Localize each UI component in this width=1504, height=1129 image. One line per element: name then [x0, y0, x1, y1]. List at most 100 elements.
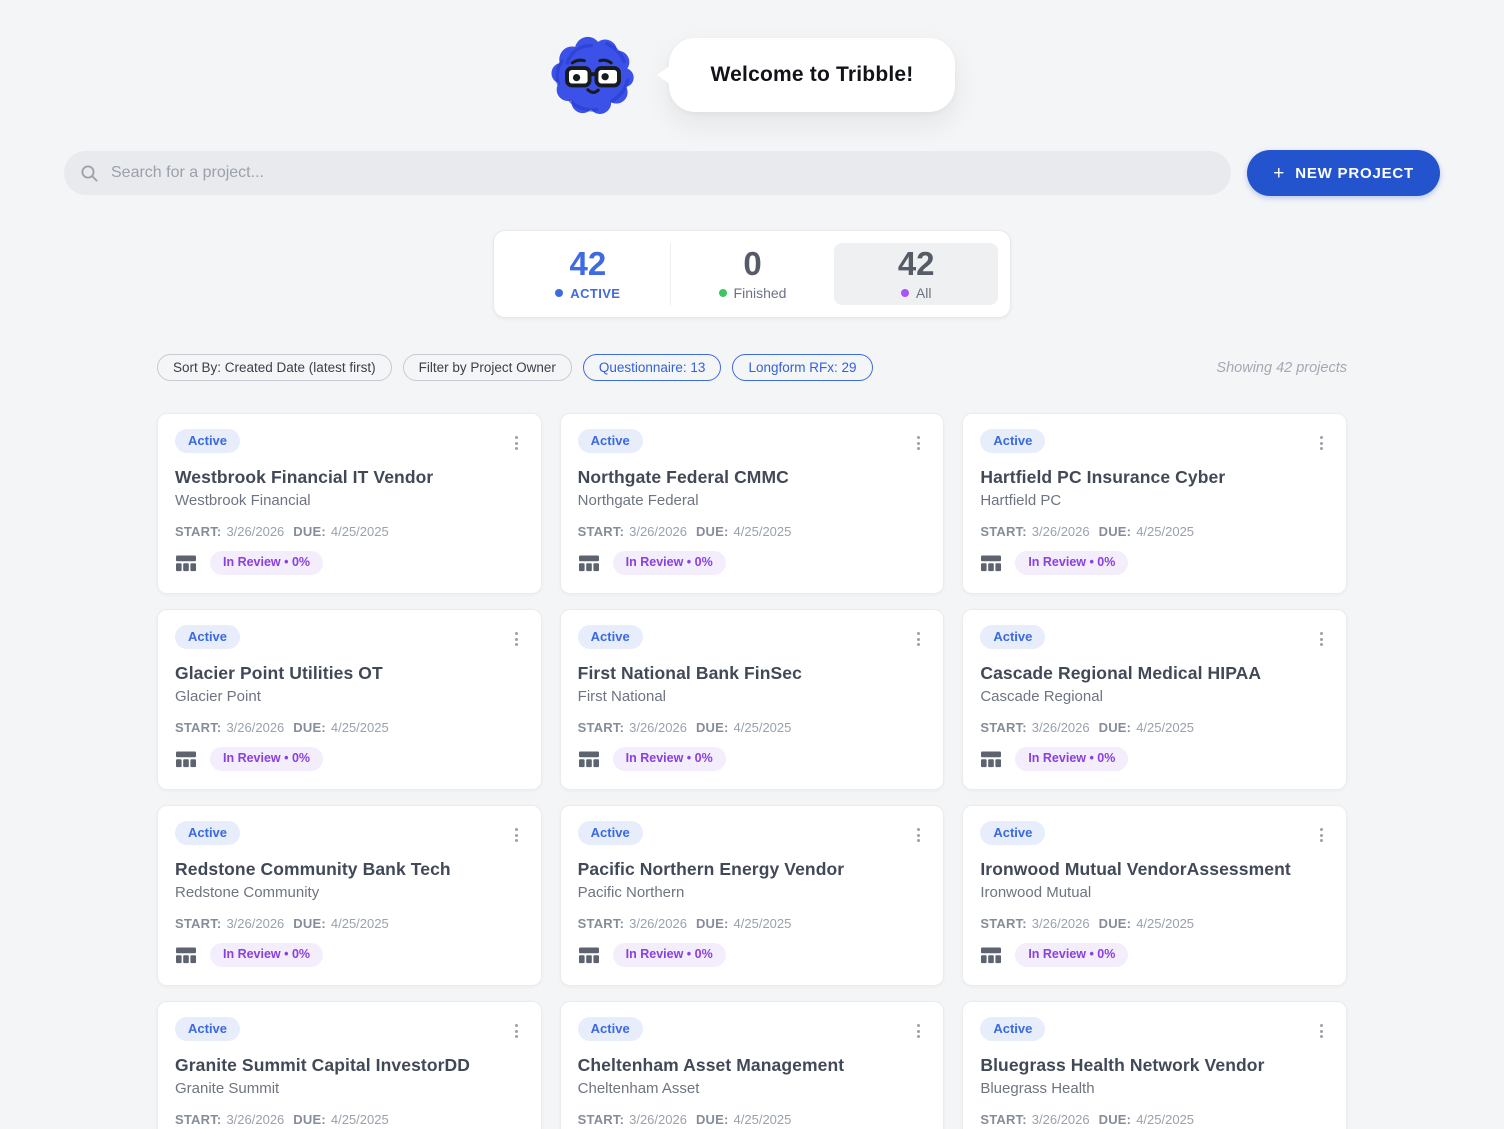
- start-label: START:: [577, 524, 625, 539]
- project-dates: START: 3/26/2026 DUE: 4/25/2025: [175, 720, 524, 735]
- table-icon: [578, 751, 599, 767]
- review-status-pill: In Review • 0%: [1015, 551, 1129, 575]
- project-title: Glacier Point Utilities OT: [175, 663, 383, 683]
- due-date: 4/25/2025: [330, 1112, 389, 1127]
- sort-by-chip[interactable]: Sort By: Created Date (latest first): [157, 354, 392, 381]
- search-row: + NEW PROJECT: [64, 150, 1440, 196]
- project-card[interactable]: Active Hartfield PC Insurance Cyber Hart…: [962, 413, 1347, 594]
- kebab-menu-icon[interactable]: [1314, 1019, 1329, 1043]
- table-icon: [981, 555, 1002, 571]
- project-subtitle: Northgate Federal: [577, 492, 699, 509]
- welcome-bubble: Welcome to Tribble!: [668, 38, 956, 112]
- project-stats: 42 ACTIVE 0 Finished 42 All: [493, 230, 1011, 318]
- due-date: 4/25/2025: [733, 1112, 792, 1127]
- table-icon: [176, 947, 196, 963]
- project-card[interactable]: Active Redstone Community Bank Tech Reds…: [157, 805, 542, 986]
- project-card[interactable]: Active Pacific Northern Energy Vendor Pa…: [559, 805, 945, 986]
- start-label: START:: [175, 524, 222, 539]
- status-badge: Active: [175, 821, 241, 846]
- kebab-menu-icon[interactable]: [509, 823, 524, 847]
- project-card[interactable]: Active Ironwood Mutual VendorAssessment …: [962, 805, 1347, 986]
- start-date: 3/26/2026: [629, 916, 687, 931]
- project-subtitle: Westbrook Financial: [175, 492, 311, 509]
- start-label: START:: [175, 1112, 222, 1127]
- due-date: 4/25/2025: [330, 916, 389, 931]
- longform-rfx-chip[interactable]: Longform RFx: 29: [732, 354, 873, 381]
- due-label: DUE:: [695, 720, 729, 735]
- project-title: First National Bank FinSec: [577, 663, 802, 683]
- status-badge: Active: [577, 1017, 643, 1042]
- review-status-pill: In Review • 0%: [210, 943, 324, 967]
- due-date: 4/25/2025: [1136, 524, 1195, 539]
- kebab-menu-icon[interactable]: [1314, 627, 1329, 651]
- search-bar[interactable]: [64, 151, 1232, 195]
- start-date: 3/26/2026: [629, 524, 687, 539]
- stat-finished[interactable]: 0 Finished: [669, 243, 835, 305]
- status-badge: Active: [175, 429, 241, 454]
- stats-wrap: 42 ACTIVE 0 Finished 42 All: [0, 230, 1504, 318]
- stat-all[interactable]: 42 All: [834, 243, 999, 305]
- project-card[interactable]: Active Westbrook Financial IT Vendor Wes…: [157, 413, 542, 594]
- search-icon: [81, 165, 98, 181]
- stat-active[interactable]: 42 ACTIVE: [506, 243, 670, 305]
- project-card[interactable]: Active Glacier Point Utilities OT Glacie…: [157, 609, 542, 790]
- kebab-menu-icon[interactable]: [509, 627, 524, 651]
- table-icon: [176, 751, 196, 767]
- start-label: START:: [980, 524, 1027, 539]
- kebab-menu-icon[interactable]: [911, 823, 926, 847]
- kebab-menu-icon[interactable]: [1314, 431, 1329, 455]
- stat-all-label: All: [915, 285, 932, 302]
- finished-dot-icon: [718, 289, 727, 298]
- showing-projects-text: Showing 42 projects: [1216, 359, 1347, 376]
- table-icon: [578, 947, 599, 963]
- start-date: 3/26/2026: [226, 524, 285, 539]
- project-title: Granite Summit Capital InvestorDD: [175, 1055, 471, 1075]
- due-date: 4/25/2025: [733, 720, 792, 735]
- kebab-menu-icon[interactable]: [1314, 823, 1329, 847]
- start-label: START:: [980, 1112, 1027, 1127]
- kebab-menu-icon[interactable]: [509, 431, 524, 455]
- due-label: DUE:: [293, 720, 326, 735]
- questionnaire-chip[interactable]: Questionnaire: 13: [582, 354, 722, 381]
- due-date: 4/25/2025: [733, 524, 792, 539]
- project-card[interactable]: Active Cascade Regional Medical HIPAA Ca…: [962, 609, 1347, 790]
- project-card[interactable]: Active First National Bank FinSec First …: [559, 609, 945, 790]
- status-badge: Active: [980, 821, 1046, 846]
- project-dates: START: 3/26/2026 DUE: 4/25/2025: [175, 916, 524, 931]
- project-title: Pacific Northern Energy Vendor: [577, 859, 845, 879]
- project-card[interactable]: Active Granite Summit Capital InvestorDD…: [157, 1001, 542, 1129]
- project-card[interactable]: Active Bluegrass Health Network Vendor B…: [962, 1001, 1347, 1129]
- search-input[interactable]: [111, 164, 1222, 182]
- status-badge: Active: [577, 625, 643, 650]
- project-subtitle: Bluegrass Health: [980, 1080, 1095, 1097]
- tribble-mascot-icon: [549, 30, 637, 120]
- project-subtitle: Glacier Point: [175, 688, 261, 705]
- kebab-menu-icon[interactable]: [911, 1019, 926, 1043]
- project-title: Northgate Federal CMMC: [577, 467, 789, 487]
- project-subtitle: Ironwood Mutual: [980, 884, 1092, 901]
- due-label: DUE:: [695, 524, 729, 539]
- review-status-pill: In Review • 0%: [210, 551, 324, 575]
- due-date: 4/25/2025: [1136, 1112, 1195, 1127]
- project-card[interactable]: Active Cheltenham Asset Management Chelt…: [559, 1001, 945, 1129]
- start-date: 3/26/2026: [1031, 720, 1090, 735]
- project-card[interactable]: Active Northgate Federal CMMC Northgate …: [559, 413, 945, 594]
- start-date: 3/26/2026: [629, 720, 687, 735]
- active-dot-icon: [555, 289, 564, 298]
- kebab-menu-icon[interactable]: [911, 627, 926, 651]
- status-badge: Active: [980, 625, 1046, 650]
- project-dates: START: 3/26/2026 DUE: 4/25/2025: [578, 916, 927, 931]
- filter-owner-chip[interactable]: Filter by Project Owner: [402, 354, 572, 381]
- project-dates: START: 3/26/2026 DUE: 4/25/2025: [175, 524, 524, 539]
- due-label: DUE:: [1098, 1112, 1132, 1127]
- due-date: 4/25/2025: [330, 720, 389, 735]
- project-subtitle: Granite Summit: [175, 1080, 280, 1097]
- due-label: DUE:: [1098, 524, 1132, 539]
- filters-row: Sort By: Created Date (latest first) Fil…: [157, 354, 1347, 381]
- start-label: START:: [175, 720, 222, 735]
- due-date: 4/25/2025: [1136, 916, 1195, 931]
- project-title: Ironwood Mutual VendorAssessment: [980, 859, 1291, 879]
- kebab-menu-icon[interactable]: [911, 431, 926, 455]
- new-project-button[interactable]: + NEW PROJECT: [1247, 150, 1440, 196]
- kebab-menu-icon[interactable]: [509, 1019, 524, 1043]
